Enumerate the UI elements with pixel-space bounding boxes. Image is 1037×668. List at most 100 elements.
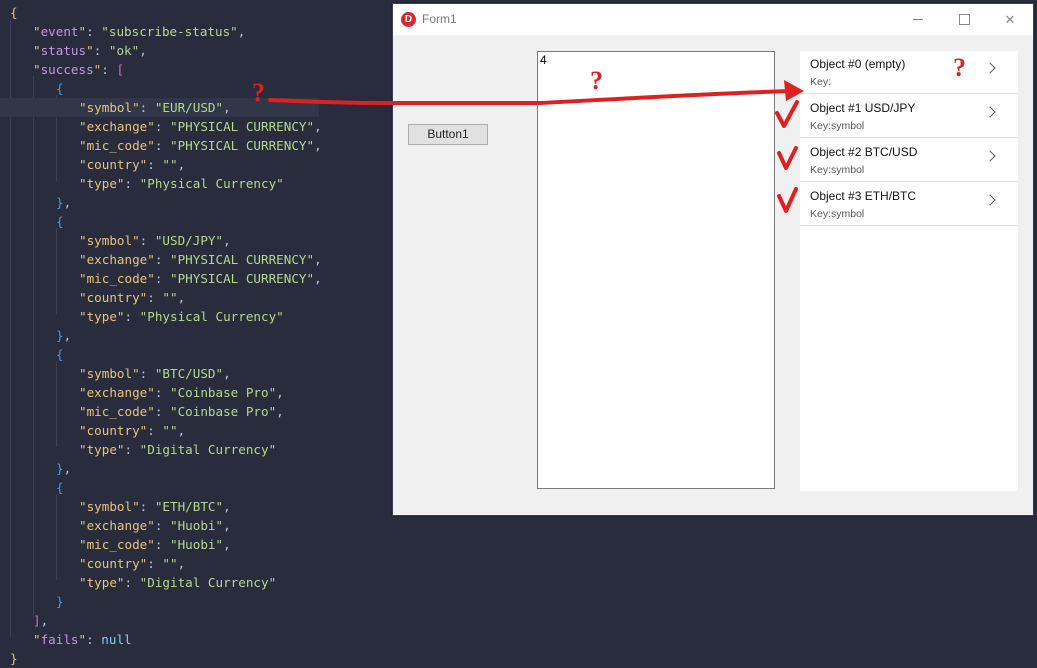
- code-token: :: [139, 499, 155, 514]
- list-item-title: Object #1 USD/JPY: [810, 101, 916, 115]
- code-line[interactable]: {: [0, 79, 456, 98]
- code-token: "symbol": [79, 100, 140, 115]
- code-token: }: [56, 594, 64, 609]
- code-token: ,: [40, 613, 49, 628]
- code-token: "subscribe-status": [101, 24, 238, 39]
- list-item[interactable]: Object #3 ETH/BTC Key:symbol: [800, 183, 1018, 226]
- code-token: {: [56, 347, 64, 362]
- code-token: }: [56, 195, 64, 210]
- list-item-detail: Key:symbol: [810, 164, 865, 176]
- button1[interactable]: Button1: [408, 124, 488, 145]
- code-line[interactable]: "fails": null: [0, 630, 433, 649]
- chevron-right-icon[interactable]: [984, 194, 996, 206]
- code-line[interactable]: "exchange": "Huobi",: [0, 516, 479, 535]
- minimize-button[interactable]: [895, 4, 941, 35]
- code-token: :: [154, 271, 170, 286]
- code-token: "USD/JPY": [154, 233, 224, 248]
- code-token: [: [116, 62, 125, 77]
- code-token: :: [154, 385, 170, 400]
- code-line[interactable]: },: [0, 326, 456, 345]
- list-item[interactable]: Object #1 USD/JPY Key:symbol: [800, 95, 1018, 138]
- code-token: "": [162, 290, 178, 305]
- code-line[interactable]: "type": "Digital Currency": [0, 573, 479, 592]
- maximize-icon: [958, 14, 970, 25]
- code-line[interactable]: ],: [0, 611, 433, 630]
- code-token: "symbol": [79, 366, 140, 381]
- code-token: ": [78, 632, 87, 647]
- code-line[interactable]: {: [0, 345, 456, 364]
- code-line[interactable]: "event": "subscribe-status",: [0, 22, 433, 41]
- list-item-detail: Key:symbol: [810, 120, 865, 132]
- code-token: "PHYSICAL CURRENCY": [170, 271, 315, 286]
- code-token: ,: [276, 404, 284, 419]
- code-token: ": [33, 43, 41, 58]
- code-token: event: [40, 24, 79, 39]
- code-token: ": [78, 24, 87, 39]
- code-token: :: [93, 43, 109, 58]
- close-button[interactable]: ✕: [987, 4, 1033, 35]
- code-line[interactable]: "mic_code": "Huobi",: [0, 535, 479, 554]
- code-token: success: [40, 62, 94, 77]
- code-line[interactable]: {: [0, 212, 456, 231]
- code-token: ,: [139, 43, 147, 58]
- code-line[interactable]: "status": "ok",: [0, 41, 433, 60]
- list-item-detail: Key:: [810, 76, 832, 88]
- code-token: ": [33, 24, 41, 39]
- code-line[interactable]: "success": [: [0, 60, 433, 79]
- code-token: "exchange": [79, 518, 155, 533]
- code-token: "type": [79, 575, 125, 590]
- code-line[interactable]: },: [0, 193, 456, 212]
- code-token: "ETH/BTC": [154, 499, 224, 514]
- object-list-view[interactable]: Object #0 (empty) Key: Object #1 USD/JPY…: [800, 51, 1018, 491]
- code-line[interactable]: "symbol": "EUR/USD",: [0, 98, 319, 117]
- code-token: {: [10, 5, 18, 20]
- code-line[interactable]: }: [0, 649, 410, 668]
- code-token: "Huobi": [170, 537, 224, 552]
- code-line[interactable]: {: [0, 3, 410, 22]
- code-line[interactable]: },: [0, 459, 456, 478]
- code-token: "symbol": [79, 499, 140, 514]
- code-token: "EUR/USD": [154, 100, 224, 115]
- code-token: ,: [63, 461, 72, 476]
- close-icon: ✕: [1004, 11, 1016, 27]
- chevron-right-icon[interactable]: [984, 106, 996, 118]
- memo-textbox[interactable]: 4: [537, 51, 775, 489]
- code-token: "Physical Currency": [139, 309, 284, 324]
- code-token: "PHYSICAL CURRENCY": [170, 119, 315, 134]
- code-token: "mic_code": [79, 271, 155, 286]
- code-token: :: [139, 366, 155, 381]
- code-token: "Digital Currency": [139, 575, 277, 590]
- json-code-editor[interactable]: {"event": "subscribe-status", "status": "…: [0, 0, 400, 666]
- code-token: "Physical Currency": [139, 176, 284, 191]
- code-token: :: [154, 252, 170, 267]
- code-token: :: [124, 575, 140, 590]
- code-token: ,: [314, 271, 322, 286]
- chevron-right-icon[interactable]: [984, 62, 996, 74]
- code-line[interactable]: }: [0, 592, 456, 611]
- code-token: "country": [79, 157, 148, 172]
- code-token: :: [154, 518, 170, 533]
- code-token: :: [139, 100, 155, 115]
- code-token: ": [86, 43, 94, 58]
- code-token: }: [56, 461, 64, 476]
- code-token: fails: [40, 632, 79, 647]
- code-token: :: [86, 632, 102, 647]
- code-token: "PHYSICAL CURRENCY": [170, 252, 315, 267]
- code-token: "country": [79, 423, 148, 438]
- title-bar[interactable]: D Form1 ✕: [393, 4, 1033, 35]
- code-token: "": [162, 157, 178, 172]
- code-line[interactable]: {: [0, 478, 456, 497]
- code-token: ,: [177, 556, 186, 571]
- window-title: Form1: [422, 12, 457, 26]
- maximize-button[interactable]: [941, 4, 987, 35]
- code-token: ,: [223, 537, 231, 552]
- chevron-right-icon[interactable]: [984, 150, 996, 162]
- code-token: :: [154, 138, 170, 153]
- code-line[interactable]: "country": "",: [0, 554, 479, 573]
- code-token: "BTC/USD": [154, 366, 224, 381]
- code-token: :: [154, 537, 170, 552]
- code-token: "type": [79, 176, 125, 191]
- list-item-title: Object #3 ETH/BTC: [810, 189, 917, 203]
- list-item[interactable]: Object #2 BTC/USD Key:symbol: [800, 139, 1018, 182]
- list-item[interactable]: Object #0 (empty) Key:: [800, 51, 1018, 94]
